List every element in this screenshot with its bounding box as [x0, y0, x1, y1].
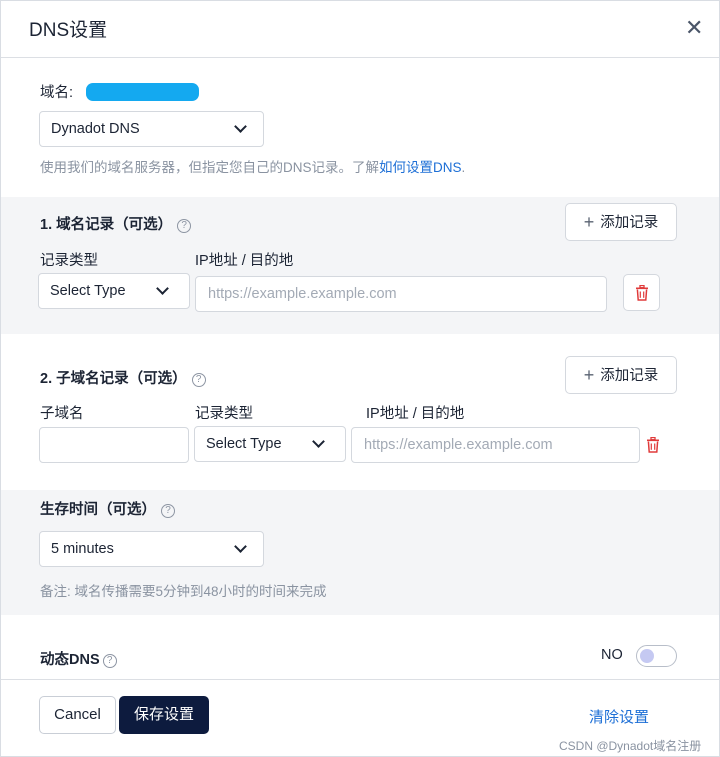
subdomain-record-type-select[interactable]: Select Type — [194, 426, 346, 462]
toggle-knob — [640, 649, 654, 663]
dialog-header: DNS设置 ✕ — [1, 1, 719, 58]
subdomain-ip-column-label: IP地址 / 目的地 — [366, 406, 465, 422]
dns-description: 使用我们的域名服务器，但指定您自己的DNS记录。了解如何设置DNS. — [40, 156, 465, 176]
subdomain-record-type-value: Select Type — [206, 436, 282, 452]
footer-divider — [1, 679, 719, 680]
cancel-button[interactable]: Cancel — [39, 696, 116, 734]
watermark: CSDN @Dynadot域名注册 — [559, 739, 702, 753]
plus-icon: + — [583, 212, 595, 232]
dns-description-suffix: . — [461, 160, 466, 175]
add-subdomain-record-label: 添加记录 — [600, 368, 659, 384]
dns-description-text: 使用我们的域名服务器，但指定您自己的DNS记录。了解 — [40, 160, 380, 175]
add-subdomain-record-button[interactable]: + 添加记录 — [565, 356, 677, 394]
subdomain-records-title-text: 2. 子域名记录（可选） — [40, 371, 187, 387]
trash-icon — [636, 285, 648, 301]
help-icon[interactable]: ? — [191, 373, 206, 387]
dynamic-dns-label-text: 动态DNS — [40, 652, 100, 668]
ttl-title-text: 生存时间（可选） — [40, 502, 156, 518]
trash-icon[interactable] — [646, 437, 660, 453]
dynamic-dns-toggle[interactable] — [636, 645, 677, 667]
clear-settings-button[interactable]: 清除设置 — [589, 706, 649, 727]
subdomain-input[interactable] — [39, 427, 189, 463]
plus-icon: + — [583, 365, 595, 385]
dns-type-select[interactable]: Dynadot DNS — [39, 111, 264, 147]
chevron-down-icon — [312, 435, 325, 448]
subdomain-column-label: 子域名 — [40, 406, 84, 422]
help-icon[interactable]: ? — [102, 654, 117, 668]
ttl-select[interactable]: 5 minutes — [39, 531, 264, 567]
subdomain-records-title: 2. 子域名记录（可选）? — [40, 367, 206, 388]
subdomain-record-type-column-label: 记录类型 — [195, 406, 253, 422]
dialog-title: DNS设置 — [29, 20, 108, 41]
domain-record-type-value: Select Type — [50, 283, 126, 299]
ttl-title: 生存时间（可选）? — [40, 498, 175, 519]
delete-domain-record-button[interactable] — [623, 274, 660, 311]
dynamic-dns-label: 动态DNS? — [40, 648, 117, 669]
domain-record-ip-input[interactable]: https://example.example.com — [195, 276, 607, 312]
domain-records-title: 1. 域名记录（可选）? — [40, 213, 192, 234]
add-domain-record-button[interactable]: + 添加记录 — [565, 203, 677, 241]
dns-settings-dialog: DNS设置 ✕ 域名: Dynadot DNS 使用我们的域名服务器，但指定您自… — [0, 0, 720, 757]
chevron-down-icon — [156, 282, 169, 295]
help-icon[interactable]: ? — [161, 504, 175, 518]
ttl-select-value: 5 minutes — [51, 541, 114, 557]
domain-records-title-text: 1. 域名记录（可选） — [40, 217, 173, 233]
subdomain-ip-input[interactable]: https://example.example.com — [351, 427, 640, 463]
record-type-column-label: 记录类型 — [40, 253, 98, 269]
ttl-note: 备注: 域名传播需要5分钟到48小时的时间来完成 — [40, 584, 327, 599]
chevron-down-icon — [234, 540, 247, 553]
add-domain-record-label: 添加记录 — [600, 215, 659, 231]
subdomain-ip-placeholder: https://example.example.com — [364, 437, 553, 453]
chevron-down-icon — [234, 120, 247, 133]
domain-label: 域名: — [40, 85, 74, 101]
how-to-setup-dns-link[interactable]: 如何设置DNS — [379, 160, 462, 175]
help-icon[interactable]: ? — [177, 219, 192, 233]
ip-destination-column-label: IP地址 / 目的地 — [195, 253, 294, 269]
dns-type-select-value: Dynadot DNS — [51, 121, 140, 137]
save-settings-button[interactable]: 保存设置 — [119, 696, 209, 734]
domain-name-redacted — [86, 83, 199, 101]
close-icon[interactable]: ✕ — [685, 17, 703, 39]
domain-record-ip-placeholder: https://example.example.com — [208, 286, 397, 302]
dynamic-dns-toggle-state: NO — [601, 647, 623, 663]
domain-record-type-select[interactable]: Select Type — [38, 273, 190, 309]
